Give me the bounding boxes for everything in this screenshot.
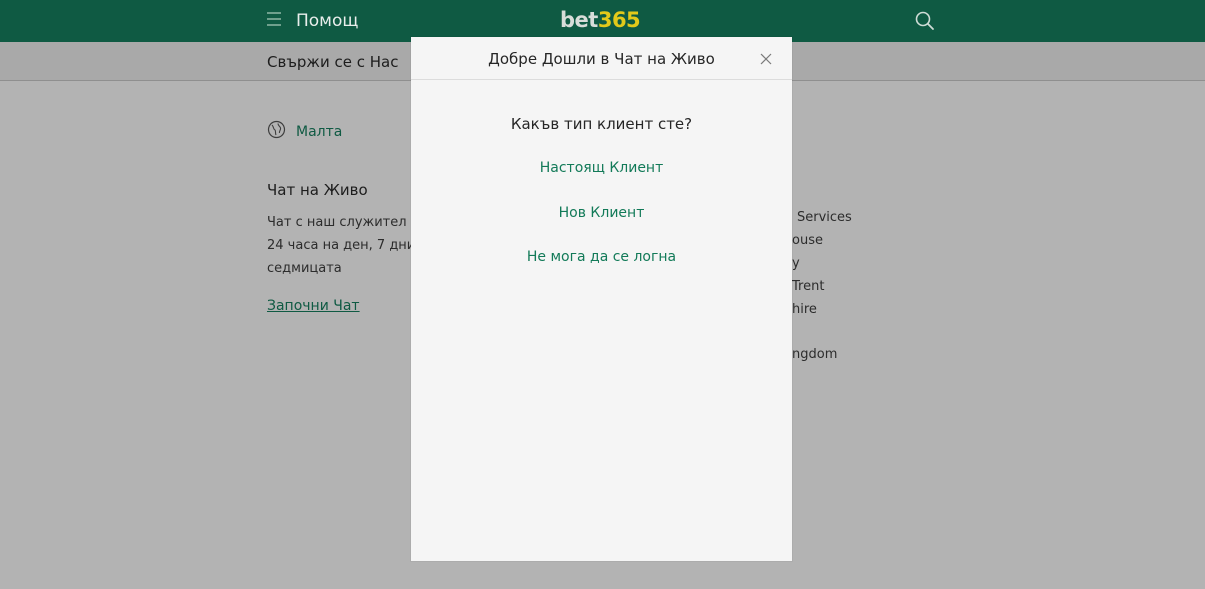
- new-customer-option[interactable]: Нов Клиент: [411, 205, 792, 221]
- existing-customer-option[interactable]: Настоящ Клиент: [411, 160, 792, 176]
- modal-title: Добре Дошли в Чат на Живо: [488, 50, 715, 68]
- customer-type-question: Какъв тип клиент сте?: [510, 115, 693, 133]
- modal-header: Добре Дошли в Чат на Живо: [411, 37, 792, 80]
- live-chat-modal: Добре Дошли в Чат на Живо Какъв тип клие…: [411, 37, 792, 561]
- cannot-login-option[interactable]: Не мога да се логна: [411, 249, 792, 265]
- close-icon[interactable]: [759, 51, 773, 65]
